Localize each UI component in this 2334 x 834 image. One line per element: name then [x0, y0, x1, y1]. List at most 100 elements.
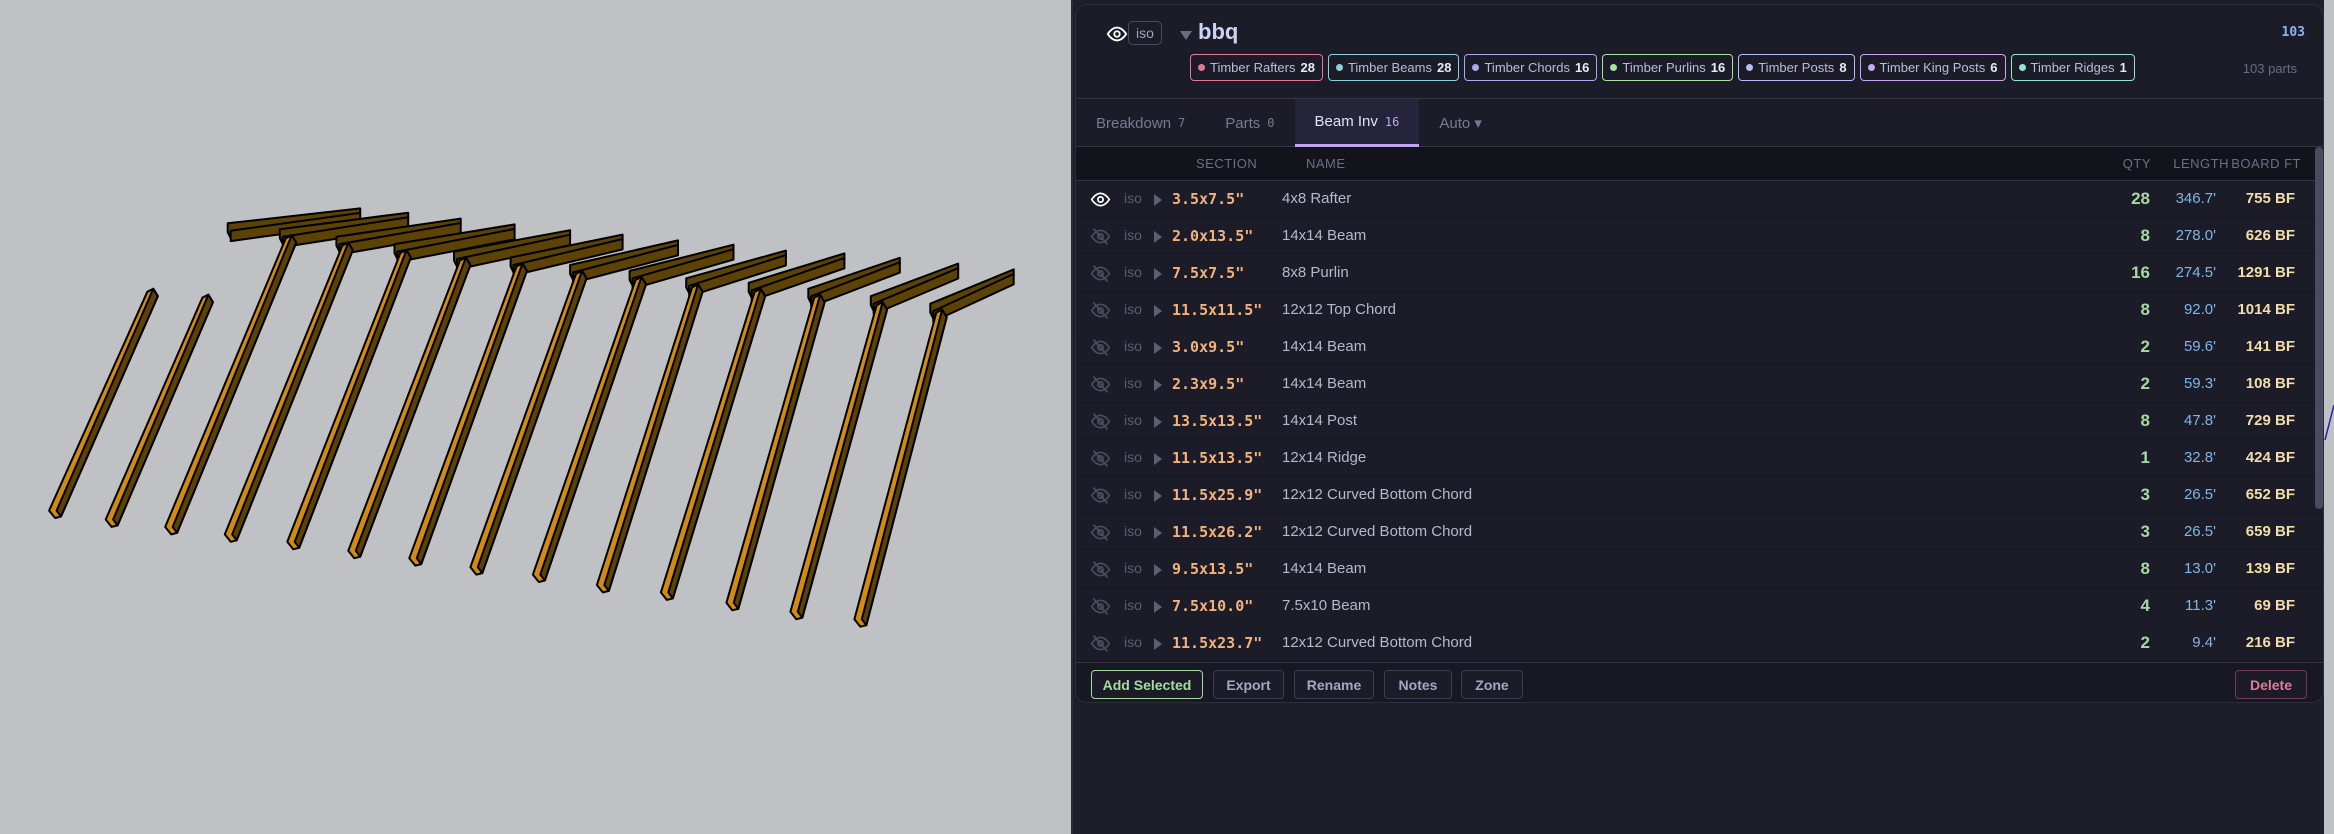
table-row[interactable]: iso 11.5x13.5" 12x14 Ridge 1 32.8' 424 BF [1076, 440, 2323, 477]
beam-name: 8x8 Purlin [1282, 264, 1349, 281]
notes-button[interactable]: Notes [1384, 670, 1452, 699]
table-row[interactable]: iso 3.0x9.5" 14x14 Beam 2 59.6' 141 BF [1076, 329, 2323, 366]
table-row[interactable]: iso 11.5x11.5" 12x12 Top Chord 8 92.0' 1014 B… [1076, 292, 2323, 329]
col-board-ft[interactable]: BOARD FT [2231, 156, 2301, 171]
iso-toggle[interactable]: iso [1124, 375, 1142, 391]
chip-count: 1 [2119, 60, 2127, 75]
table-row[interactable]: iso 11.5x23.7" 12x12 Curved Bottom Chord 2 9… [1076, 625, 2323, 662]
iso-toggle[interactable]: iso [1128, 21, 1162, 45]
length: 59.6' [2183, 338, 2216, 355]
color-dot-icon [1472, 64, 1480, 71]
iso-toggle[interactable]: iso [1124, 338, 1142, 354]
expand-triangle-icon[interactable] [1154, 601, 1162, 613]
table-row[interactable]: iso 7.5x7.5" 8x8 Purlin 16 274.5' 1291 BF [1076, 255, 2323, 292]
collapse-triangle-icon[interactable] [1180, 31, 1192, 40]
category-chip[interactable]: Timber Rafters 28 [1190, 54, 1323, 81]
table-row[interactable]: iso 13.5x13.5" 14x14 Post 8 47.8' 729 BF [1076, 403, 2323, 440]
iso-toggle[interactable]: iso [1124, 301, 1142, 317]
expand-triangle-icon[interactable] [1154, 638, 1162, 650]
scrollbar[interactable] [2315, 147, 2323, 509]
timber-rafter-edge[interactable] [55, 287, 159, 518]
category-chip[interactable]: Timber Chords 16 [1464, 54, 1598, 81]
tab-beam-inv[interactable]: Beam Inv 16 [1294, 99, 1420, 147]
iso-toggle[interactable]: iso [1124, 449, 1142, 465]
expand-triangle-icon[interactable] [1154, 564, 1162, 576]
expand-triangle-icon[interactable] [1154, 194, 1162, 206]
section-size: 3.5x7.5" [1172, 190, 1245, 208]
section-size: 7.5x10.0" [1172, 597, 1254, 615]
tab-breakdown[interactable]: Breakdown 7 [1076, 99, 1205, 147]
eye-icon[interactable] [1106, 23, 1128, 45]
tab-auto[interactable]: Auto ▾ [1419, 99, 1502, 147]
add-selected-button[interactable]: Add Selected [1091, 670, 1203, 699]
category-chip[interactable]: Timber King Posts 6 [1859, 54, 2006, 81]
eye-off-icon[interactable] [1090, 485, 1111, 506]
eye-off-icon[interactable] [1090, 300, 1111, 321]
iso-toggle[interactable]: iso [1124, 597, 1142, 613]
expand-triangle-icon[interactable] [1154, 305, 1162, 317]
iso-toggle[interactable]: iso [1124, 523, 1142, 539]
eye-off-icon[interactable] [1090, 374, 1111, 395]
table-row[interactable]: iso 2.0x13.5" 14x14 Beam 8 278.0' 626 BF [1076, 218, 2323, 255]
eye-off-icon[interactable] [1090, 337, 1111, 358]
iso-toggle[interactable]: iso [1124, 560, 1142, 576]
col-qty[interactable]: QTY [2123, 156, 2151, 171]
category-chip[interactable]: Timber Purlins 16 [1602, 54, 1734, 81]
timber-rafter-edge[interactable] [171, 234, 298, 534]
table-row[interactable]: iso 11.5x26.2" 12x12 Curved Bottom Chord 3 2… [1076, 514, 2323, 551]
timber-rafter-edge[interactable] [293, 249, 412, 549]
timber-rafter-edge[interactable] [354, 256, 472, 558]
col-section[interactable]: SECTION [1196, 156, 1257, 171]
eye-off-icon[interactable] [1090, 226, 1111, 247]
delete-button[interactable]: Delete [2235, 670, 2307, 699]
eye-off-icon[interactable] [1090, 263, 1111, 284]
eye-off-icon[interactable] [1090, 448, 1111, 469]
table-row[interactable]: iso 9.5x13.5" 14x14 Beam 8 13.0' 139 BF [1076, 551, 2323, 588]
rename-button[interactable]: Rename [1294, 670, 1374, 699]
expand-triangle-icon[interactable] [1154, 490, 1162, 502]
col-name[interactable]: NAME [1306, 156, 1346, 171]
quantity: 3 [2140, 522, 2150, 541]
quantity: 2 [2140, 374, 2150, 393]
action-bar: Add Selected Export Rename Notes Zone De… [1076, 662, 2323, 702]
iso-toggle[interactable]: iso [1124, 412, 1142, 428]
table-row[interactable]: iso 3.5x7.5" 4x8 Rafter 28 346.7' 755 BF [1076, 181, 2323, 218]
expand-triangle-icon[interactable] [1154, 342, 1162, 354]
eye-off-icon[interactable] [1090, 559, 1111, 580]
eye-off-icon[interactable] [1090, 411, 1111, 432]
3d-viewport[interactable] [0, 0, 1071, 834]
table-row[interactable]: iso 11.5x25.9" 12x12 Curved Bottom Chord 3 2… [1076, 477, 2323, 514]
expand-triangle-icon[interactable] [1154, 527, 1162, 539]
expand-triangle-icon[interactable] [1154, 453, 1162, 465]
expand-triangle-icon[interactable] [1154, 231, 1162, 243]
eye-off-icon[interactable] [1090, 633, 1111, 654]
eye-off-icon[interactable] [1090, 522, 1111, 543]
category-chip[interactable]: Timber Posts 8 [1738, 54, 1855, 81]
timber-rafter-edge[interactable] [476, 269, 588, 575]
category-chip[interactable]: Timber Ridges 1 [2010, 54, 2135, 81]
eye-icon[interactable] [1090, 189, 1111, 210]
iso-toggle[interactable]: iso [1124, 190, 1142, 206]
expand-triangle-icon[interactable] [1154, 416, 1162, 428]
iso-toggle[interactable]: iso [1124, 486, 1142, 502]
iso-toggle[interactable]: iso [1124, 227, 1142, 243]
eye-off-icon[interactable] [1090, 596, 1111, 617]
timber-rafter-edge[interactable] [539, 275, 647, 582]
iso-toggle[interactable]: iso [1124, 264, 1142, 280]
tab-parts[interactable]: Parts 0 [1205, 99, 1294, 147]
timber-rafter-edge[interactable] [112, 293, 214, 527]
zone-button[interactable]: Zone [1461, 670, 1523, 699]
export-button[interactable]: Export [1213, 670, 1284, 699]
length: 26.5' [2183, 486, 2216, 503]
expand-triangle-icon[interactable] [1154, 268, 1162, 280]
section-size: 11.5x23.7" [1172, 634, 1263, 652]
timber-rafter-edge[interactable] [415, 262, 528, 566]
timber-rafter-edge[interactable] [231, 241, 354, 542]
iso-toggle[interactable]: iso [1124, 634, 1142, 650]
length: 278.0' [2175, 227, 2216, 244]
table-row[interactable]: iso 7.5x10.0" 7.5x10 Beam 4 11.3' 69 BF [1076, 588, 2323, 625]
category-chip[interactable]: Timber Beams 28 [1327, 54, 1460, 81]
table-row[interactable]: iso 2.3x9.5" 14x14 Beam 2 59.3' 108 BF [1076, 366, 2323, 403]
expand-triangle-icon[interactable] [1154, 379, 1162, 391]
col-length[interactable]: LENGTH [2173, 156, 2229, 171]
